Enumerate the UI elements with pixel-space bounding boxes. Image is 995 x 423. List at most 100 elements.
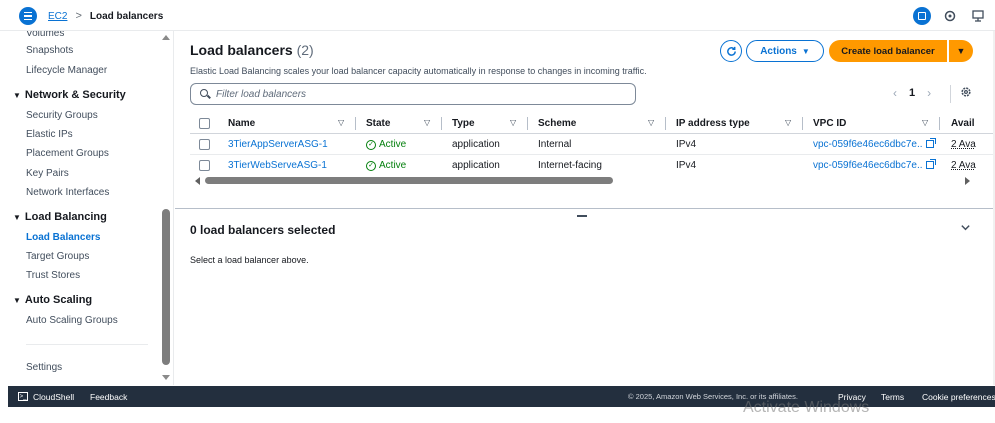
feedback-link[interactable]: Feedback: [90, 392, 127, 402]
column-divider[interactable]: [527, 117, 528, 130]
vpc-id-link[interactable]: vpc-059f6e46ec6dbc7e..: [813, 159, 936, 171]
column-divider[interactable]: [665, 117, 666, 130]
external-link-icon: [925, 159, 936, 169]
sidebar-item-volumes[interactable]: Volumes: [26, 31, 64, 39]
refresh-icon: [726, 46, 736, 56]
column-divider[interactable]: [939, 117, 940, 130]
create-load-balancer-button[interactable]: Create load balancer: [829, 40, 947, 62]
column-header-availability-zones[interactable]: Avail: [951, 118, 975, 129]
page-description: Elastic Load Balancing scales your load …: [190, 66, 647, 76]
column-header-scheme[interactable]: Scheme: [538, 118, 576, 129]
filter-input[interactable]: [216, 88, 616, 100]
vpc-id-text: vpc-059f6e46ec6dbc7e..: [813, 139, 923, 150]
gear-icon[interactable]: [960, 86, 972, 101]
info-panel-icon[interactable]: [941, 7, 959, 25]
status-success-icon: ✓: [366, 160, 376, 171]
sort-icon[interactable]: ▽: [510, 118, 516, 127]
scheme-cell: Internet-facing: [538, 160, 602, 171]
sidebar-scroll-thumb[interactable]: [162, 209, 170, 365]
column-header-type[interactable]: Type: [452, 118, 475, 129]
sidebar-item-settings[interactable]: Settings: [26, 362, 62, 373]
breadcrumb: EC2 > Load balancers: [48, 10, 163, 22]
table-horizontal-scrollbar[interactable]: [191, 176, 981, 185]
sidebar-item-lifecycle-manager[interactable]: Lifecycle Manager: [26, 65, 107, 76]
sidebar-item-load-balancers[interactable]: Load Balancers: [26, 232, 100, 243]
sidebar-item-security-groups[interactable]: Security Groups: [26, 110, 98, 121]
status-success-icon: ✓: [366, 139, 376, 150]
actions-label: Actions: [760, 45, 797, 57]
sidebar-item-elastic-ips[interactable]: Elastic IPs: [26, 129, 73, 140]
sort-icon[interactable]: ▽: [648, 118, 654, 127]
table-row[interactable]: 3TierAppServerASG-1 ✓ Active application…: [190, 134, 995, 155]
create-options-dropdown[interactable]: ▼: [949, 40, 973, 62]
scroll-right-arrow-icon[interactable]: [965, 177, 970, 185]
filter-field[interactable]: [190, 83, 636, 105]
cloudshell-link[interactable]: CloudShell: [33, 392, 74, 402]
sidebar-section-load-balancing[interactable]: ▼ Load Balancing: [13, 211, 107, 223]
top-navigation-bar: EC2 > Load balancers: [0, 0, 995, 31]
state-text: Active: [379, 160, 407, 171]
sidebar-item-network-interfaces[interactable]: Network Interfaces: [26, 187, 109, 198]
external-link-icon: [925, 138, 936, 148]
horizontal-scroll-thumb[interactable]: [205, 177, 613, 184]
sidebar-item-auto-scaling-groups[interactable]: Auto Scaling Groups: [26, 315, 118, 326]
chevron-down-icon[interactable]: [960, 222, 971, 236]
state-text: Active: [379, 139, 407, 150]
cloudshell-icon[interactable]: >_: [18, 392, 28, 401]
load-balancer-count: (2): [296, 42, 314, 58]
sidebar-item-target-groups[interactable]: Target Groups: [26, 251, 89, 262]
scroll-down-arrow-icon[interactable]: [162, 375, 170, 380]
sidebar-item-placement-groups[interactable]: Placement Groups: [26, 148, 109, 159]
table-row[interactable]: 3TierWebServeASG-1 ✓ Active application …: [190, 155, 995, 174]
feedback-screen-icon[interactable]: [969, 7, 987, 25]
panel-toggle-icon[interactable]: [913, 7, 931, 25]
sidebar-section-auto-scaling[interactable]: ▼ Auto Scaling: [13, 294, 92, 306]
terms-link[interactable]: Terms: [881, 392, 904, 402]
caret-down-icon: ▼: [13, 90, 21, 100]
sidebar-section-network-security[interactable]: ▼ Network & Security: [13, 89, 126, 101]
breadcrumb-current: Load balancers: [89, 10, 164, 22]
sidebar-item-snapshots[interactable]: Snapshots: [26, 45, 73, 56]
breadcrumb-ec2-link[interactable]: EC2: [48, 11, 67, 22]
select-all-checkbox[interactable]: [199, 118, 210, 129]
column-header-state[interactable]: State: [366, 118, 390, 129]
row-checkbox[interactable]: [199, 160, 210, 171]
split-panel-resize-handle[interactable]: [577, 215, 587, 217]
availability-zones-cell[interactable]: 2 Ava: [951, 139, 976, 150]
column-divider[interactable]: [355, 117, 356, 130]
side-navigation: Volumes Snapshots Lifecycle Manager ▼ Ne…: [0, 31, 174, 385]
selection-panel-message: Select a load balancer above.: [190, 255, 309, 265]
pagination: ‹ 1 ›: [893, 86, 931, 100]
sort-icon[interactable]: ▽: [785, 118, 791, 127]
caret-down-icon: ▼: [13, 212, 21, 222]
scroll-left-arrow-icon[interactable]: [195, 177, 200, 185]
actions-button[interactable]: Actions ▼: [746, 40, 824, 62]
next-page-icon[interactable]: ›: [927, 86, 931, 100]
previous-page-icon[interactable]: ‹: [893, 86, 897, 100]
current-page[interactable]: 1: [909, 87, 915, 99]
row-checkbox[interactable]: [199, 139, 210, 150]
type-cell: application: [452, 160, 500, 171]
scheme-cell: Internal: [538, 139, 572, 150]
sort-icon[interactable]: ▽: [922, 118, 928, 127]
load-balancer-name-link[interactable]: 3TierWebServeASG-1: [228, 160, 327, 171]
availability-zones-cell[interactable]: 2 Ava: [951, 160, 976, 171]
column-divider[interactable]: [441, 117, 442, 130]
sidebar-divider: [26, 344, 148, 345]
sort-icon[interactable]: ▽: [338, 118, 344, 127]
sidebar-item-trust-stores[interactable]: Trust Stores: [26, 270, 80, 281]
menu-icon[interactable]: [19, 7, 37, 25]
table-header-row: Name ▽ State ▽ Type ▽ Scheme ▽ IP addres…: [190, 114, 995, 134]
column-header-ip-address-type[interactable]: IP address type: [676, 118, 750, 129]
column-divider[interactable]: [802, 117, 803, 130]
vpc-id-link[interactable]: vpc-059f6e46ec6dbc7e..: [813, 138, 936, 150]
load-balancer-name-link[interactable]: 3TierAppServerASG-1: [228, 139, 328, 150]
cookie-preferences-link[interactable]: Cookie preferences: [922, 392, 995, 402]
sidebar-scrollbar[interactable]: [160, 31, 172, 385]
scroll-up-arrow-icon[interactable]: [162, 35, 170, 40]
sort-icon[interactable]: ▽: [424, 118, 430, 127]
column-header-name[interactable]: Name: [228, 118, 255, 129]
sidebar-item-key-pairs[interactable]: Key Pairs: [26, 168, 69, 179]
column-header-vpc-id[interactable]: VPC ID: [813, 118, 846, 129]
refresh-button[interactable]: [720, 40, 742, 62]
